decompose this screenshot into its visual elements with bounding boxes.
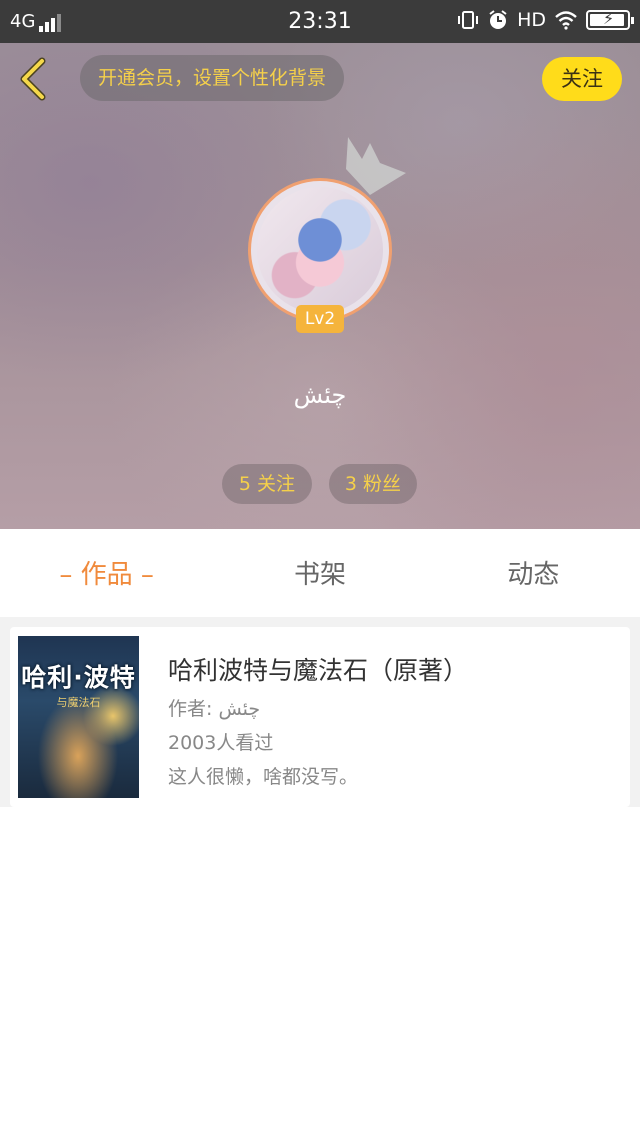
- tab-bookshelf[interactable]: 书架: [213, 529, 426, 617]
- vibrate-icon: [458, 11, 479, 29]
- divider: [0, 617, 640, 627]
- book-views: 2003人看过: [168, 732, 274, 754]
- avatar-image: [257, 187, 383, 313]
- book-card[interactable]: 哈利·波特 与魔法石 哈利波特与魔法石（原著） 作者: چئش 2003人看过 …: [10, 627, 630, 807]
- profile-header: 开通会员，设置个性化背景 关注 Lv2 چئش 5 关注 3 粉丝: [0, 43, 640, 529]
- avatar[interactable]: [248, 178, 392, 322]
- vip-background-prompt[interactable]: 开通会员，设置个性化背景: [80, 55, 345, 101]
- follow-button[interactable]: 关注: [542, 57, 622, 101]
- back-arrow-icon[interactable]: [16, 57, 52, 101]
- book-description: 这人很懒，啥都没写。: [168, 766, 359, 788]
- battery-icon: ⚡: [586, 9, 634, 30]
- following-count[interactable]: 5 关注: [222, 464, 312, 504]
- book-title: 哈利波特与魔法石（原著）: [168, 656, 469, 685]
- book-cover: 哈利·波特 与魔法石: [18, 636, 139, 798]
- wifi-icon: [555, 11, 577, 30]
- tab-activity[interactable]: 动态: [427, 529, 640, 617]
- status-icons: HD ⚡: [457, 9, 634, 31]
- nickname: چئش: [293, 381, 347, 409]
- fans-count[interactable]: 3 粉丝: [329, 464, 417, 504]
- profile-tabs: – 作品 – 书架 动态: [0, 529, 640, 617]
- cover-title: 哈利·波特: [21, 663, 136, 692]
- alarm-icon: [489, 10, 507, 29]
- level-badge: Lv2: [296, 305, 344, 333]
- hd-indicator: HD: [517, 9, 546, 31]
- status-bar: 4G 23:31 HD ⚡: [0, 0, 640, 43]
- tab-works[interactable]: – 作品 –: [0, 529, 213, 617]
- book-author: 作者: چئش: [168, 698, 261, 720]
- cover-subtitle: 与魔法石: [56, 696, 101, 709]
